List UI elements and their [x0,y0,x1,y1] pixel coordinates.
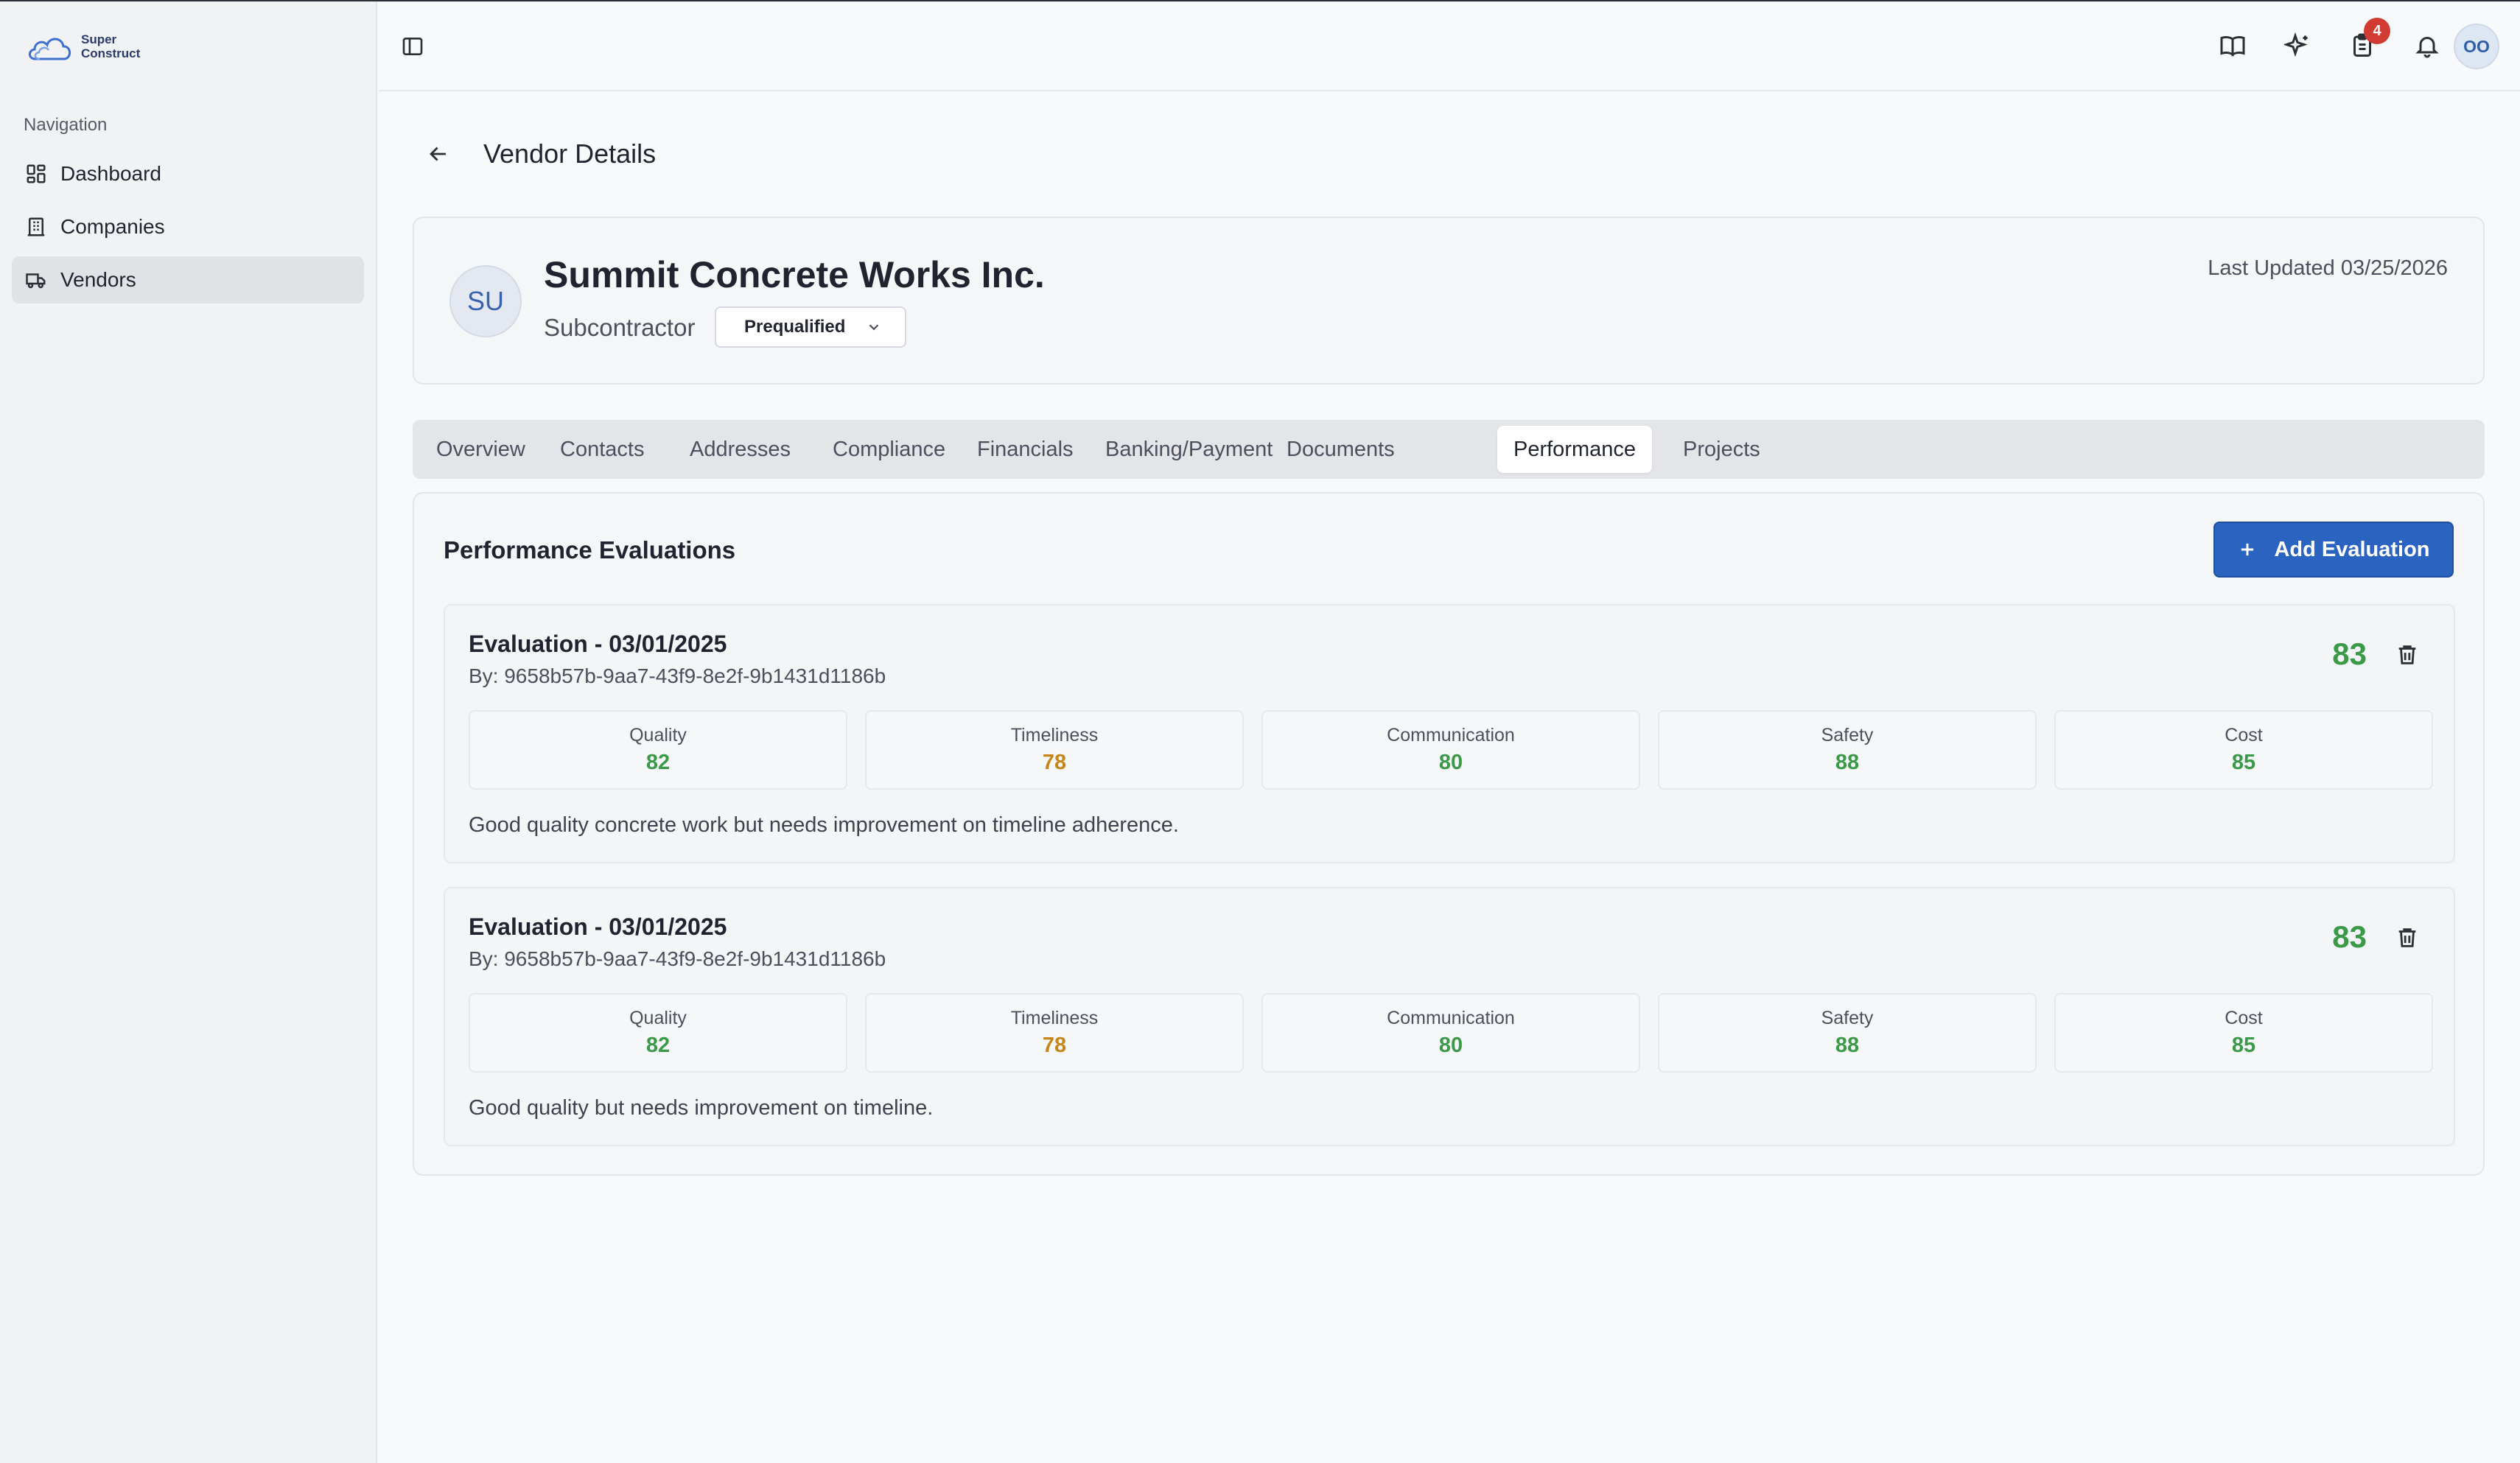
tab-banking-payment[interactable]: Banking/Payment [1089,426,1289,473]
metric-label: Safety [1821,1008,1874,1028]
metric-value: 78 [1042,751,1067,774]
metric-timeliness: Timeliness 78 [865,993,1244,1073]
chevron-down-icon [869,324,879,331]
evaluation-metrics: Quality 82 Timeliness 78 Communication 8… [469,710,2433,790]
plus-icon [2241,543,2254,556]
metric-safety: Safety 88 [1658,710,2037,790]
metric-label: Cost [2225,725,2263,745]
vendor-type: Subcontractor [544,314,696,341]
vendor-status-select[interactable]: Prequalified [715,306,906,348]
sidebar-item-companies[interactable]: Companies [12,203,364,250]
back-arrow-icon[interactable] [426,141,451,166]
tab-performance[interactable]: Performance [1497,426,1653,473]
book-icon[interactable] [2219,32,2246,59]
sidebar-toggle-icon[interactable] [401,35,424,58]
metric-value: 85 [2231,751,2256,774]
metric-value: 82 [645,1034,671,1057]
metric-value: 78 [1042,1034,1067,1057]
metric-value: 85 [2231,1034,2256,1057]
tab-financials[interactable]: Financials [961,426,1090,473]
metric-label: Communication [1387,725,1515,745]
metric-label: Timeliness [1010,725,1099,745]
sidebar-item-label: Companies [60,215,165,238]
vendor-avatar: SU [449,265,522,337]
topbar: 4 OO [379,1,2520,91]
sidebar-item-vendors[interactable]: Vendors [12,256,364,304]
page-title: Vendor Details [483,138,657,169]
sidebar: Super Construct Navigation Dashboard Com… [0,1,377,1463]
evaluation-metrics: Quality 82 Timeliness 78 Communication 8… [469,993,2433,1073]
metric-label: Quality [629,725,687,745]
metric-quality: Quality 82 [469,710,847,790]
bell-icon[interactable] [2414,32,2440,59]
trash-icon[interactable] [2395,925,2420,950]
metric-label: Communication [1387,1008,1515,1028]
metric-label: Timeliness [1010,1008,1099,1028]
add-evaluation-label: Add Evaluation [2274,537,2430,561]
sparkles-icon[interactable] [2284,32,2311,59]
notification-count-badge: 4 [2364,18,2390,44]
tab-addresses[interactable]: Addresses [673,426,807,473]
evaluation-author: By: 9658b57b-9aa7-43f9-8e2f-9b1431d1186b [469,947,886,970]
metric-cost: Cost 85 [2054,993,2433,1073]
evaluation-title: Evaluation - 03/01/2025 [469,631,727,657]
evaluation-author: By: 9658b57b-9aa7-43f9-8e2f-9b1431d1186b [469,664,886,687]
metric-timeliness: Timeliness 78 [865,710,1244,790]
user-avatar[interactable]: OO [2454,24,2499,69]
brand-line-1: Super [81,32,117,46]
metric-value: 88 [1835,1034,1860,1057]
evaluation-note: Good quality but needs improvement on ti… [469,1096,934,1120]
vendor-name: Summit Concrete Works Inc. [544,254,1045,295]
evaluation-title: Evaluation - 03/01/2025 [469,913,727,940]
metric-communication: Communication 80 [1261,710,1640,790]
metric-safety: Safety 88 [1658,993,2037,1073]
performance-title: Performance Evaluations [444,536,736,564]
tab-contacts[interactable]: Contacts [544,426,660,473]
tab-overview[interactable]: Overview [420,426,542,473]
metric-cost: Cost 85 [2054,710,2433,790]
tab-projects[interactable]: Projects [1667,426,1777,473]
vendor-status-value: Prequalified [744,317,846,337]
tab-compliance[interactable]: Compliance [816,426,962,473]
truck-icon [26,273,46,289]
sidebar-item-label: Dashboard [60,162,161,185]
trash-icon[interactable] [2395,642,2420,667]
metric-quality: Quality 82 [469,993,847,1073]
app-logo[interactable]: Super Construct [25,29,140,63]
cloud-logo-icon [28,38,71,60]
nav-heading: Navigation [24,115,108,135]
metric-communication: Communication 80 [1261,993,1640,1073]
metric-value: 88 [1835,751,1860,774]
evaluation-score: 83 [2332,919,2367,954]
metric-value: 80 [1438,751,1463,774]
vendor-header-card: SU Summit Concrete Works Inc. Subcontrac… [413,217,2485,385]
building-icon [27,217,45,236]
evaluation-card: Evaluation - 03/01/2025 By: 9658b57b-9aa… [444,887,2455,1146]
metric-label: Quality [629,1008,687,1028]
sidebar-item-label: Vendors [60,268,136,291]
brand-line-2: Construct [81,46,141,60]
tab-documents[interactable]: Documents [1270,426,1411,473]
dashboard-icon [27,164,46,183]
evaluation-card: Evaluation - 03/01/2025 By: 9658b57b-9aa… [444,604,2455,863]
evaluation-score: 83 [2332,636,2367,671]
evaluation-note: Good quality concrete work but needs imp… [469,813,1179,837]
sidebar-item-dashboard[interactable]: Dashboard [12,150,364,197]
metric-label: Safety [1821,725,1874,745]
last-updated: Last Updated 03/25/2026 [2208,256,2448,280]
metric-label: Cost [2225,1008,2263,1028]
metric-value: 80 [1438,1034,1463,1057]
performance-panel: Performance Evaluations Add Evaluation E… [413,492,2485,1176]
add-evaluation-button[interactable]: Add Evaluation [2213,522,2454,578]
vendor-tabs: Overview Contacts Addresses Compliance F… [413,420,2485,479]
metric-value: 82 [645,751,671,774]
